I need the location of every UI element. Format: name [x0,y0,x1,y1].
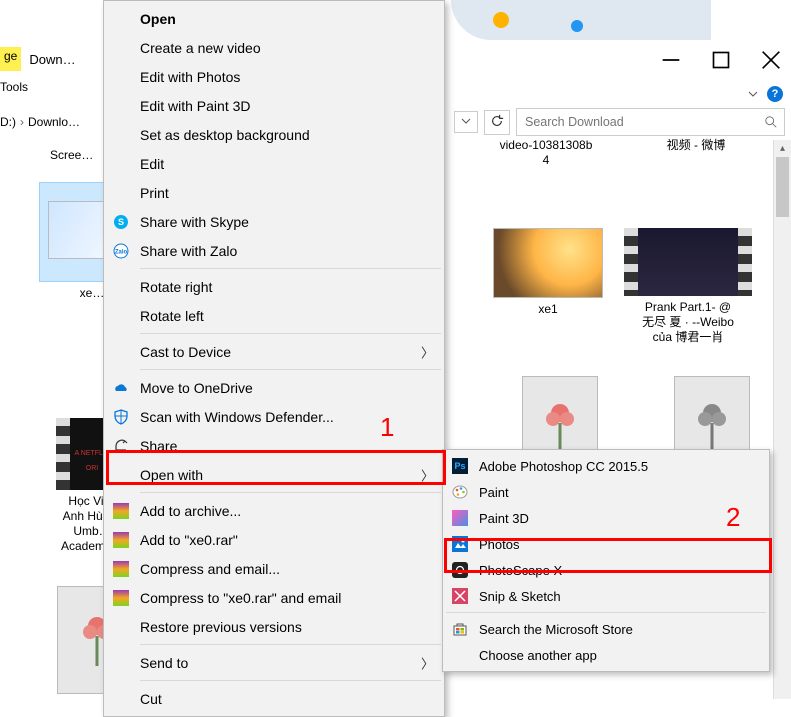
address-toolbar-right [454,108,785,136]
menu-separator [140,492,441,493]
menu-edit-paint3d[interactable]: Edit with Paint 3D [106,91,442,120]
menu-open[interactable]: Open [106,4,442,33]
winrar-icon [112,560,130,578]
ribbon-group-tools: Tools [0,80,28,94]
chevron-right-icon: 〉 [421,465,434,484]
openwith-paint[interactable]: Paint [445,479,767,505]
file-xe1[interactable]: xe1 [478,228,618,317]
svg-text:Zalo: Zalo [115,249,128,255]
menu-compress-email[interactable]: Compress and email... [106,554,442,583]
chevron-right-icon: 〉 [421,342,434,361]
background-graphic [451,0,711,40]
minimize-button[interactable] [661,50,681,70]
context-submenu-open-with: Ps Adobe Photoshop CC 2015.5 Paint Paint… [442,449,770,672]
openwith-snip[interactable]: Snip & Sketch [445,583,767,609]
menu-create-video[interactable]: Create a new video [106,33,442,62]
snip-icon [451,587,469,605]
breadcrumb[interactable]: D:) › Downlo… [0,115,80,129]
refresh-button[interactable] [484,110,510,135]
menu-share-zalo[interactable]: Zalo Share with Zalo [106,236,442,265]
skype-icon: S [112,213,130,231]
file-label: xe1 [478,302,618,317]
openwith-photoshop[interactable]: Ps Adobe Photoshop CC 2015.5 [445,453,767,479]
menu-edit-photos[interactable]: Edit with Photos [106,62,442,91]
menu-edit[interactable]: Edit [106,149,442,178]
context-menu-main: Open Create a new video Edit with Photos… [103,0,445,717]
address-dropdown[interactable] [454,111,478,133]
menu-share-skype[interactable]: S Share with Skype [106,207,442,236]
menu-share[interactable]: Share [106,431,442,460]
chevron-down-icon[interactable] [747,88,759,100]
window-controls [661,50,781,70]
menu-separator [446,612,766,613]
breadcrumb-folder[interactable]: Downlo… [28,115,80,129]
menu-rotate-left[interactable]: Rotate left [106,301,442,330]
menu-add-archive[interactable]: Add to archive... [106,496,442,525]
menu-rotate-right[interactable]: Rotate right [106,272,442,301]
breadcrumb-drive[interactable]: D:) [0,115,16,129]
defender-icon [112,408,130,426]
menu-open-with[interactable]: Open with〉 [106,460,442,489]
winrar-icon [112,531,130,549]
ribbon-tab-manage[interactable]: ge [0,47,21,71]
ribbon-right: ? [747,86,783,102]
openwith-choose-app[interactable]: Choose another app [445,642,767,668]
photos-icon [451,535,469,553]
menu-compress-xe0-email[interactable]: Compress to "xe0.rar" and email [106,583,442,612]
search-box[interactable] [516,108,785,136]
search-icon [764,115,778,129]
openwith-paint3d[interactable]: Paint 3D [445,505,767,531]
menu-set-background[interactable]: Set as desktop background [106,120,442,149]
chevron-right-icon: 〉 [421,653,434,672]
file-label: 视频 - 微博 [626,138,766,153]
openwith-photos[interactable]: Photos [445,531,767,557]
close-button[interactable] [761,50,781,70]
menu-send-to[interactable]: Send to〉 [106,648,442,677]
chevron-right-icon: › [20,115,24,129]
file-prank[interactable]: Prank Part.1- @ 无尽 夏 · --Weibo của 博君一肖 [618,228,758,345]
ribbon-tab-down[interactable]: Down… [29,52,75,67]
svg-text:S: S [118,217,124,227]
menu-separator [140,369,441,370]
photoscape-icon [451,561,469,579]
menu-separator [140,644,441,645]
winrar-icon [112,502,130,520]
search-input[interactable] [523,114,764,130]
menu-separator [140,268,441,269]
help-icon[interactable]: ? [767,86,783,102]
menu-print[interactable]: Print [106,178,442,207]
file-label: 4 [476,153,616,168]
paint-icon [451,483,469,501]
menu-defender[interactable]: Scan with Windows Defender... [106,402,442,431]
zalo-icon: Zalo [112,242,130,260]
file-label: video-10381308b [476,138,616,153]
file-label: Prank Part.1- @ [618,300,758,315]
file-label: 无尽 夏 · --Weibo [618,315,758,330]
ribbon-fragment: ge Down… [0,44,76,74]
paint3d-icon [451,509,469,527]
file-label: của 博君一肖 [618,330,758,345]
winrar-icon [112,589,130,607]
share-icon [112,437,130,455]
menu-cast[interactable]: Cast to Device〉 [106,337,442,366]
photoshop-icon: Ps [451,457,469,475]
file-video2[interactable]: 视频 - 微博 [626,138,766,153]
store-icon [451,620,469,638]
openwith-search-store[interactable]: Search the Microsoft Store [445,616,767,642]
menu-separator [140,333,441,334]
menu-onedrive[interactable]: Move to OneDrive [106,373,442,402]
openwith-photoscape[interactable]: PhotoScape X [445,557,767,583]
menu-restore-versions[interactable]: Restore previous versions [106,612,442,641]
menu-add-xe0rar[interactable]: Add to "xe0.rar" [106,525,442,554]
file-video1[interactable]: video-10381308b 4 [476,138,616,168]
onedrive-icon [112,379,130,397]
maximize-button[interactable] [711,50,731,70]
menu-separator [140,680,441,681]
